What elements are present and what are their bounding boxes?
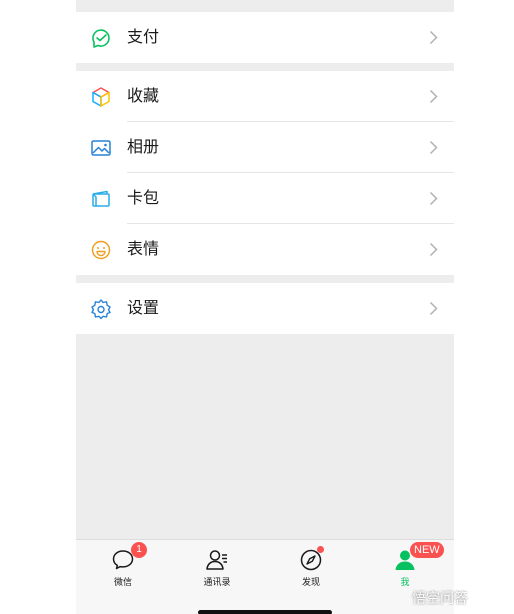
tab-contacts[interactable]: 通讯录 <box>170 540 264 592</box>
menu-label-stickers: 表情 <box>127 241 160 258</box>
watermark: 悟空问答 <box>412 590 468 606</box>
menu-label-favorites: 收藏 <box>127 88 160 105</box>
menu-label-album: 相册 <box>127 139 160 156</box>
menu-row-settings[interactable]: 设置 <box>76 283 454 334</box>
pay-group: 支付 <box>76 12 454 63</box>
new-badge: NEW <box>410 542 444 558</box>
phone-screen: 支付 收藏 相册 卡包 表情 设置 1 微信 通讯录 发现 NEW 我 <box>76 0 454 614</box>
tab-discover[interactable]: 发现 <box>264 540 358 592</box>
menu-row-album[interactable]: 相册 <box>76 122 454 173</box>
menu-row-stickers[interactable]: 表情 <box>76 224 454 275</box>
wallet-pay-icon <box>90 27 112 49</box>
chevron-right-icon <box>429 191 438 206</box>
services-group: 收藏 相册 卡包 表情 <box>76 71 454 275</box>
card-wallet-icon <box>90 188 112 210</box>
menu-row-pay[interactable]: 支付 <box>76 12 454 63</box>
sticker-smile-icon <box>90 239 112 261</box>
menu-label-settings: 设置 <box>127 300 160 317</box>
album-picture-icon <box>90 137 112 159</box>
gear-icon <box>90 298 112 320</box>
tab-bar: 1 微信 通讯录 发现 NEW 我 <box>76 539 454 614</box>
contacts-icon <box>205 548 229 572</box>
notification-dot <box>317 546 324 553</box>
tab-label-me: 我 <box>400 577 410 587</box>
tab-chats[interactable]: 1 微信 <box>76 540 170 592</box>
menu-row-favorites[interactable]: 收藏 <box>76 71 454 122</box>
favorites-cube-icon <box>90 86 112 108</box>
home-indicator[interactable] <box>198 610 332 614</box>
chevron-right-icon <box>429 89 438 104</box>
tab-label-contacts: 通讯录 <box>203 577 231 587</box>
chevron-right-icon <box>429 242 438 257</box>
menu-label-pay: 支付 <box>127 29 160 46</box>
tab-me[interactable]: NEW 我 <box>358 540 452 592</box>
chevron-right-icon <box>429 301 438 316</box>
tab-label-discover: 发现 <box>301 577 320 587</box>
tab-label-chats: 微信 <box>113 577 132 587</box>
chevron-right-icon <box>429 140 438 155</box>
menu-row-cards[interactable]: 卡包 <box>76 173 454 224</box>
unread-badge: 1 <box>131 542 147 558</box>
menu-label-cards: 卡包 <box>127 190 160 207</box>
chevron-right-icon <box>429 30 438 45</box>
top-separator <box>76 0 454 12</box>
settings-group: 设置 <box>76 283 454 334</box>
